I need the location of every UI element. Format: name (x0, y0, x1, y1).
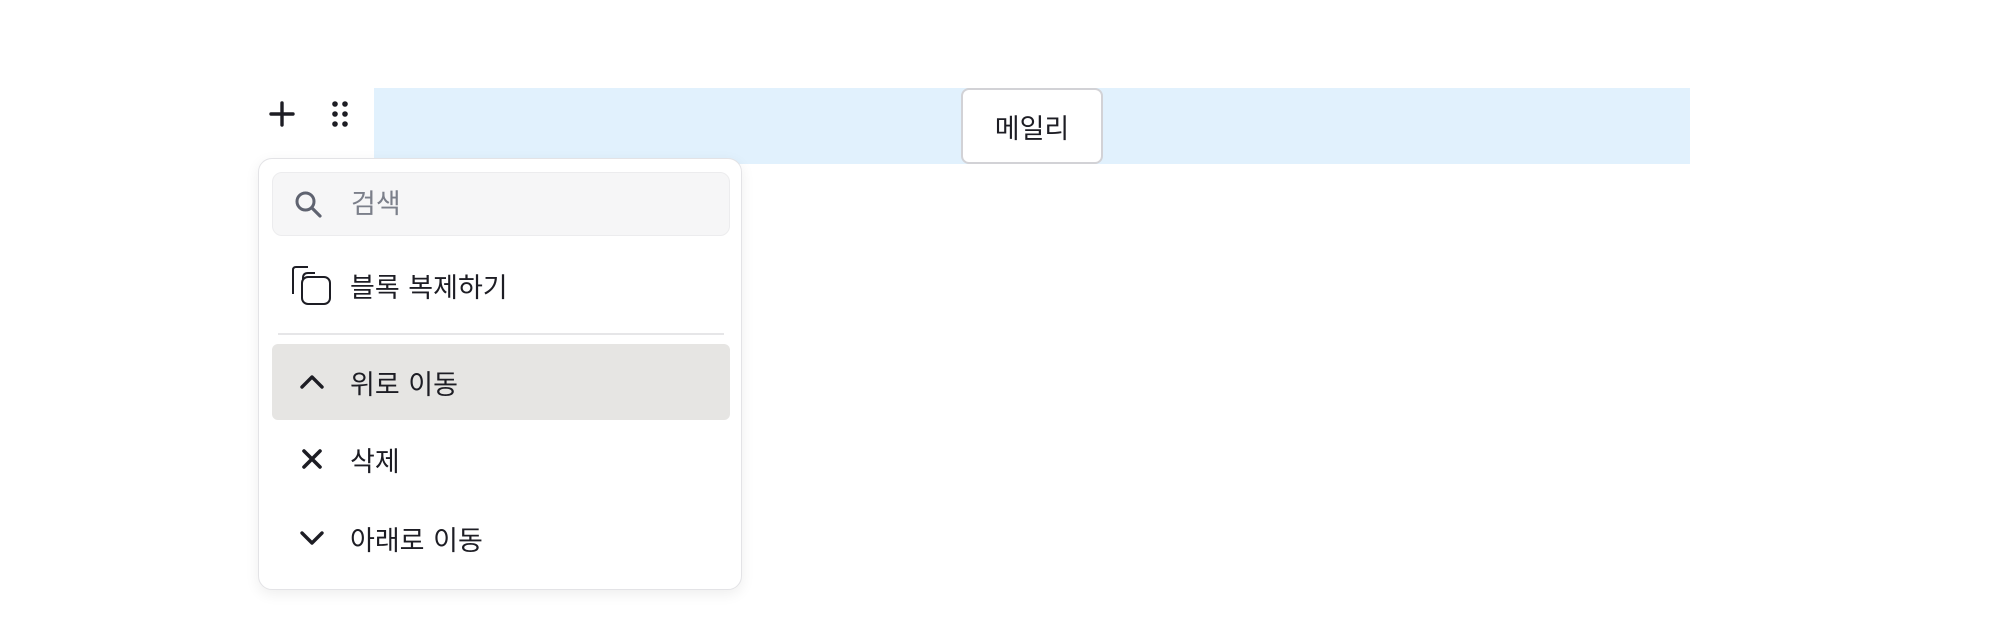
block-button[interactable]: 메일리 (961, 88, 1103, 164)
add-block-button[interactable] (262, 92, 302, 136)
drag-dots-icon (332, 101, 348, 127)
menu-item-move-up[interactable]: 위로 이동 (272, 344, 730, 420)
menu-item-label: 삭제 (350, 446, 400, 478)
menu-item-delete[interactable]: 삭제 (272, 421, 730, 497)
search-input[interactable] (349, 187, 709, 221)
plus-icon (269, 101, 295, 127)
editor-canvas: 메일리 블록 복제하기 (0, 0, 2014, 644)
menu-item-label: 위로 이동 (350, 369, 458, 401)
close-icon (290, 437, 334, 481)
menu-divider (278, 333, 724, 335)
chevron-up-icon (290, 360, 334, 404)
drag-handle[interactable] (320, 92, 360, 136)
menu-item-duplicate[interactable]: 블록 복제하기 (272, 251, 730, 319)
duplicate-icon (290, 263, 334, 307)
block-options-menu: 블록 복제하기 위로 이동 삭제 (258, 158, 742, 590)
menu-item-move-down[interactable]: 아래로 이동 (272, 500, 730, 576)
menu-search (272, 172, 730, 236)
menu-item-label: 아래로 이동 (350, 525, 483, 557)
chevron-down-icon (290, 516, 334, 560)
search-icon (293, 189, 323, 219)
menu-item-label: 블록 복제하기 (350, 272, 508, 304)
